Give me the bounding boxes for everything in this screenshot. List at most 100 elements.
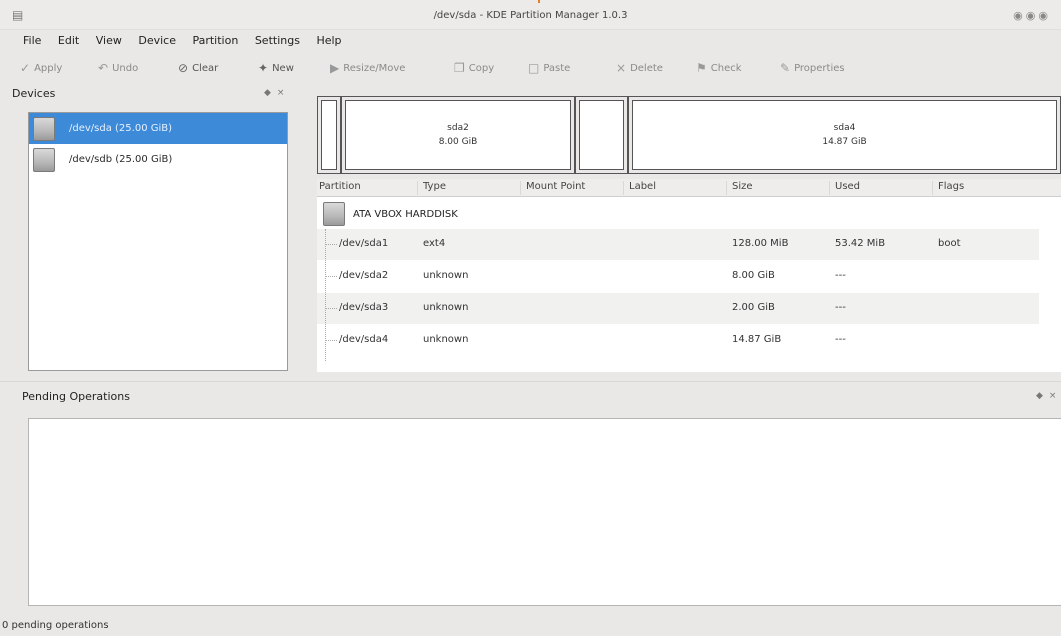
flag-icon: ⚑ xyxy=(696,61,707,75)
menu-edit[interactable]: Edit xyxy=(58,34,79,47)
cell-used: 53.42 MiB xyxy=(835,238,886,249)
devices-list[interactable]: /dev/sda (25.00 GiB) /dev/sdb (25.00 GiB… xyxy=(28,112,288,371)
apply-label: Apply xyxy=(34,62,63,74)
title-accent-mark xyxy=(538,0,540,3)
col-label[interactable]: Label xyxy=(623,181,656,195)
col-type[interactable]: Type xyxy=(417,181,446,195)
checkmark-icon: ✓ xyxy=(20,61,31,75)
clear-icon: ⊘ xyxy=(178,61,189,75)
hard-disk-icon xyxy=(323,202,345,226)
partition-segment-sda4[interactable]: sda4 14.87 GiB xyxy=(628,96,1061,174)
cell-flags: boot xyxy=(938,238,961,249)
close-icon[interactable]: × xyxy=(1049,391,1061,401)
partition-segment-sda2[interactable]: sda2 8.00 GiB xyxy=(341,96,575,174)
paste-button[interactable]: □ Paste xyxy=(528,58,570,78)
window-controls: ◉◉◉ xyxy=(1013,9,1051,22)
table-row[interactable]: /dev/sda1 ext4 128.00 MiB 53.42 MiB boot xyxy=(317,229,1039,260)
menu-bar: File Edit View Device Partition Settings… xyxy=(0,34,1061,52)
menu-device[interactable]: Device xyxy=(138,34,176,47)
table-row[interactable]: /dev/sda3 unknown 2.00 GiB --- xyxy=(317,293,1039,324)
cell-type: ext4 xyxy=(423,238,446,249)
cell-size: 128.00 MiB xyxy=(732,238,789,249)
delete-button[interactable]: × Delete xyxy=(616,58,663,78)
menu-view[interactable]: View xyxy=(96,34,122,47)
devices-dock-title: Devices xyxy=(12,87,56,100)
undo-button[interactable]: ↶ Undo xyxy=(98,58,138,78)
cell-partition: /dev/sda1 xyxy=(339,238,389,249)
maximize-icon[interactable]: ◉ xyxy=(1026,9,1039,22)
cell-partition: /dev/sda2 xyxy=(339,270,389,281)
col-size[interactable]: Size xyxy=(726,181,753,195)
col-partition[interactable]: Partition xyxy=(317,181,361,195)
main-toolbar: ✓ Apply ↶ Undo ⊘ Clear ✦ New ▶ Resize/Mo… xyxy=(0,58,1061,80)
cell-used: --- xyxy=(835,270,846,281)
copy-icon: ❐ xyxy=(454,61,465,75)
menu-help[interactable]: Help xyxy=(316,34,341,47)
cell-partition: /dev/sda3 xyxy=(339,302,389,313)
new-icon: ✦ xyxy=(258,61,269,75)
table-row[interactable]: /dev/sda4 unknown 14.87 GiB --- xyxy=(317,325,1039,356)
paste-icon: □ xyxy=(528,61,540,75)
device-label: /dev/sda (25.00 GiB) xyxy=(69,123,173,134)
partition-segment-sda1[interactable] xyxy=(317,96,341,174)
device-item-sdb[interactable]: /dev/sdb (25.00 GiB) xyxy=(29,144,287,175)
menu-file[interactable]: File xyxy=(23,34,41,47)
partition-bar: sda2 8.00 GiB sda4 14.87 GiB xyxy=(317,96,1061,174)
pending-operations-list[interactable] xyxy=(28,418,1061,606)
horizontal-splitter[interactable] xyxy=(0,381,1061,383)
cell-type: unknown xyxy=(423,334,469,345)
col-used[interactable]: Used xyxy=(829,181,860,195)
clear-button[interactable]: ⊘ Clear xyxy=(178,58,218,78)
float-icon[interactable]: ◆ xyxy=(264,88,277,98)
cell-used: --- xyxy=(835,334,846,345)
partition-table[interactable]: Partition Type Mount Point Label Size Us… xyxy=(317,179,1061,372)
segment-size: 8.00 GiB xyxy=(438,137,478,147)
arrow-right-icon: ▶ xyxy=(330,61,340,75)
partition-segment-sda3[interactable] xyxy=(575,96,628,174)
properties-label: Properties xyxy=(794,62,845,74)
cell-partition: /dev/sda4 xyxy=(339,334,389,345)
clear-label: Clear xyxy=(192,62,219,74)
menu-settings[interactable]: Settings xyxy=(255,34,300,47)
apply-button[interactable]: ✓ Apply xyxy=(20,58,62,78)
float-icon[interactable]: ◆ xyxy=(1036,391,1049,401)
window-title: /dev/sda - KDE Partition Manager 1.0.3 xyxy=(433,10,628,21)
properties-button[interactable]: ✎ Properties xyxy=(780,58,845,78)
col-mount-point[interactable]: Mount Point xyxy=(520,181,585,195)
menu-partition[interactable]: Partition xyxy=(192,34,238,47)
window-titlebar: ▤ /dev/sda - KDE Partition Manager 1.0.3… xyxy=(0,0,1061,30)
segment-size: 14.87 GiB xyxy=(822,137,867,147)
device-item-sda[interactable]: /dev/sda (25.00 GiB) xyxy=(29,113,287,144)
paste-label: Paste xyxy=(543,62,571,74)
hard-disk-icon xyxy=(33,147,55,172)
close-icon[interactable]: ◉ xyxy=(1038,9,1051,22)
undo-icon: ↶ xyxy=(98,61,109,75)
cell-size: 14.87 GiB xyxy=(732,334,782,345)
cell-type: unknown xyxy=(423,302,469,313)
cell-size: 8.00 GiB xyxy=(732,270,775,281)
close-icon[interactable]: × xyxy=(277,88,291,98)
segment-name: sda2 xyxy=(447,123,469,133)
resize-move-label: Resize/Move xyxy=(343,62,406,74)
new-button[interactable]: ✦ New xyxy=(258,58,294,78)
check-button[interactable]: ⚑ Check xyxy=(696,58,742,78)
hard-disk-icon xyxy=(33,116,55,141)
delete-icon: × xyxy=(616,61,627,75)
col-flags[interactable]: Flags xyxy=(932,181,964,195)
disk-label: ATA VBOX HARDDISK xyxy=(353,208,458,220)
pending-dock-controls: ◆× xyxy=(1036,391,1061,401)
delete-label: Delete xyxy=(630,62,663,74)
tree-connector xyxy=(325,229,326,361)
table-row[interactable]: /dev/sda2 unknown 8.00 GiB --- xyxy=(317,261,1039,292)
undo-label: Undo xyxy=(112,62,139,74)
copy-button[interactable]: ❐ Copy xyxy=(454,58,494,78)
cell-used: --- xyxy=(835,302,846,313)
pending-dock-title: Pending Operations xyxy=(22,390,130,403)
status-bar: 0 pending operations xyxy=(0,620,1061,636)
table-header: Partition Type Mount Point Label Size Us… xyxy=(317,179,1061,197)
disk-row[interactable]: ATA VBOX HARDDISK xyxy=(317,199,1061,229)
devices-dock-controls: ◆× xyxy=(264,88,290,98)
minimize-icon[interactable]: ◉ xyxy=(1013,9,1026,22)
resize-move-button[interactable]: ▶ Resize/Move xyxy=(330,58,405,78)
device-label: /dev/sdb (25.00 GiB) xyxy=(69,154,173,165)
